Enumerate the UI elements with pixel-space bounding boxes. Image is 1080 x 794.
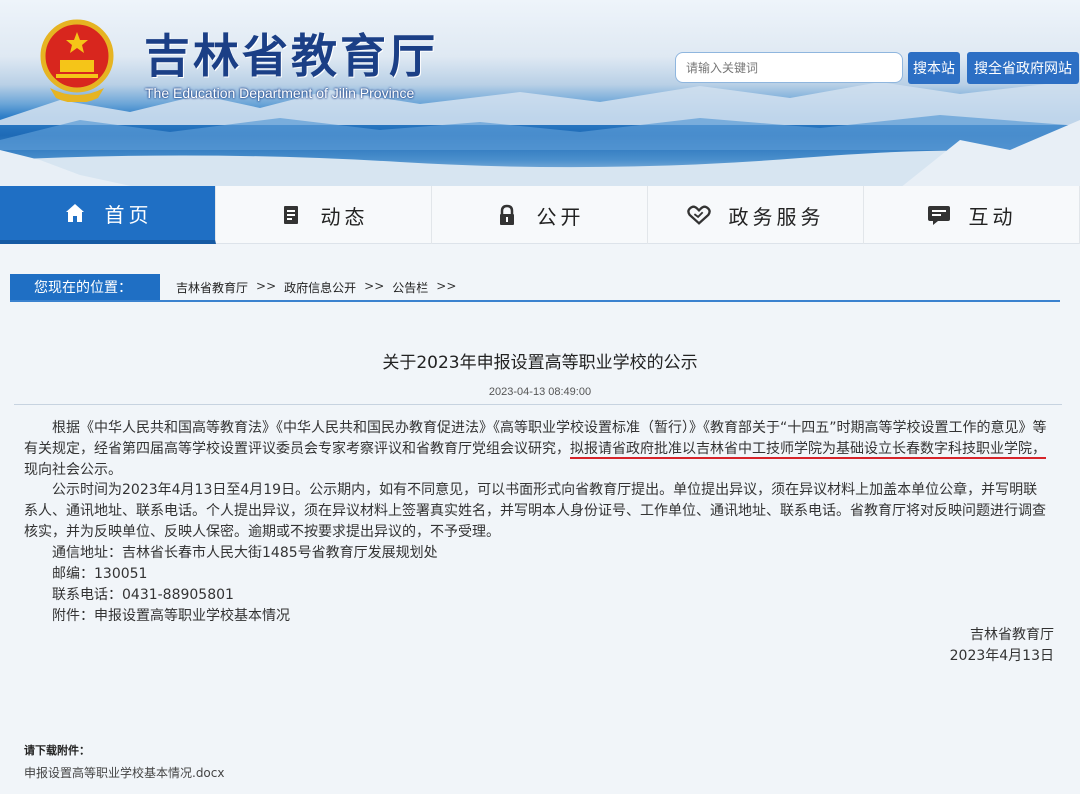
breadcrumb-link[interactable]: 政府信息公开 (284, 279, 356, 296)
search-province-button[interactable]: 搜全省政府网站 (967, 52, 1079, 84)
highlighted-text: 拟报请省政府批准以吉林省中工技师学院为基础设立长春数字科技职业学院， (570, 441, 1046, 457)
article-paragraph-1: 根据《中华人民共和国高等教育法》《中华人民共和国民办教育促进法》《高等职业学校设… (24, 418, 1048, 481)
search-site-button[interactable]: 搜本站 (908, 52, 960, 84)
article-divider (14, 404, 1062, 405)
nav-item-services[interactable]: 政务服务 (648, 186, 864, 244)
paragraph-text: 现向社会公示。 (24, 462, 122, 478)
nav-item-label: 政务服务 (728, 204, 825, 229)
breadcrumb-separator: >> (364, 279, 385, 293)
search-input[interactable] (675, 52, 903, 83)
attachment-note: 附件：申报设置高等职业学校基本情况 (52, 608, 290, 624)
breadcrumb-separator: >> (436, 279, 457, 293)
nav-item-home[interactable]: 首页 (0, 186, 216, 244)
breadcrumb-tag: 您现在的位置： (10, 274, 160, 300)
nav-item-public[interactable]: 公开 (432, 186, 648, 244)
national-emblem-icon (40, 19, 114, 102)
nav-item-label: 公开 (536, 204, 585, 229)
site-title: 吉林省教育厅 (144, 29, 438, 83)
site-subtitle: The Education Department of Jilin Provin… (145, 85, 415, 101)
article-title: 关于2023年申报设置高等职业学校的公示 (382, 353, 698, 373)
nav-item-label: 动态 (320, 204, 369, 229)
contact-phone: 联系电话：0431-88905801 (52, 587, 234, 603)
home-icon (63, 201, 87, 225)
download-link[interactable]: 申报设置高等职业学校基本情况.docx (24, 764, 224, 781)
download-label: 请下载附件： (24, 744, 90, 757)
breadcrumb-link[interactable]: 公告栏 (392, 279, 428, 296)
signature-date: 2023年4月13日 (949, 648, 1054, 664)
nav-item-interact[interactable]: 互动 (864, 186, 1080, 244)
lock-icon (495, 203, 519, 227)
contact-postcode: 邮编：130051 (52, 566, 148, 582)
breadcrumb: 您现在的位置： 吉林省教育厅 >> 政府信息公开 >> 公告栏 >> (10, 274, 1060, 302)
nav-item-label: 互动 (968, 204, 1017, 229)
nav-item-news[interactable]: 动态 (216, 186, 432, 244)
contact-address: 通信地址：吉林省长春市人民大街1485号省教育厅发展规划处 (52, 545, 438, 561)
signature-org: 吉林省教育厅 (970, 627, 1054, 643)
breadcrumb-items: 吉林省教育厅 >> 政府信息公开 >> 公告栏 >> (176, 279, 458, 296)
handshake-icon (686, 203, 711, 227)
news-icon (279, 203, 303, 227)
main-nav: 首页 动态 公开 政务服务 互动 (0, 186, 1080, 244)
article-date: 2023-04-13 08:49:00 (488, 386, 592, 398)
nav-item-label: 首页 (104, 202, 153, 227)
chat-icon (927, 203, 951, 227)
article-paragraph-2: 公示时间为2023年4月13日至4月19日。公示期内，如有不同意见，可以书面形式… (24, 482, 1046, 540)
breadcrumb-separator: >> (256, 279, 277, 293)
header-banner: 吉林省教育厅 The Education Department of Jilin… (0, 0, 1080, 188)
breadcrumb-link[interactable]: 吉林省教育厅 (176, 279, 248, 296)
breadcrumb-underline (10, 300, 1060, 302)
